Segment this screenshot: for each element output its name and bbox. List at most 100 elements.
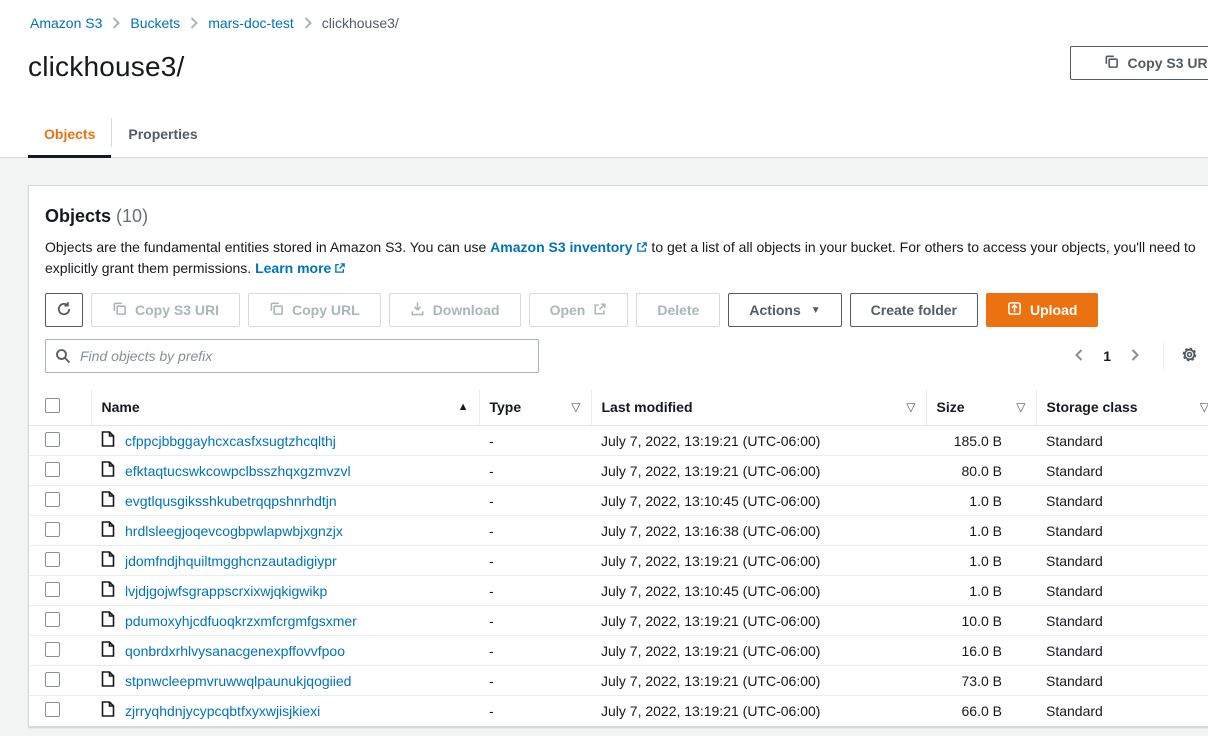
tab-properties[interactable]: Properties: [112, 112, 213, 157]
chevron-right-icon: [190, 17, 198, 29]
search-icon: [55, 348, 71, 369]
copy-icon: [269, 301, 284, 319]
tab-objects[interactable]: Objects: [28, 112, 111, 158]
object-type: -: [479, 426, 591, 456]
object-storage-class: Standard: [1036, 546, 1208, 576]
table-row: zjrryqhdnjycypcqbtfxyxwjisjkiexi - July …: [29, 696, 1208, 726]
file-icon: [101, 611, 115, 630]
amazon-s3-inventory-link[interactable]: Amazon S3 inventory: [490, 239, 647, 255]
row-checkbox[interactable]: [45, 462, 60, 477]
pagination-divider: [1163, 343, 1164, 369]
refresh-button[interactable]: [45, 293, 83, 327]
row-checkbox[interactable]: [45, 612, 60, 627]
column-header-storage-class[interactable]: Storage class ▽: [1036, 389, 1208, 426]
tab-bar: Objects Properties: [0, 112, 1208, 158]
download-button[interactable]: Download: [389, 293, 521, 327]
objects-panel: Objects (10) Objects are the fundamental…: [28, 185, 1208, 727]
table-row: cfppcjbbggayhcxcasfxsugtzhcqlthj - July …: [29, 426, 1208, 456]
current-page-number[interactable]: 1: [1097, 348, 1117, 364]
object-name-link[interactable]: evgtlqusgiksshkubetrqqpshnrhdtjn: [125, 493, 337, 509]
column-header-size[interactable]: Size▽: [926, 389, 1036, 426]
next-page-button[interactable]: [1121, 344, 1149, 369]
caret-down-icon: ▼: [811, 305, 821, 316]
object-size: 185.0 B: [926, 426, 1036, 456]
copy-icon: [112, 301, 127, 319]
refresh-icon: [56, 301, 72, 320]
object-storage-class: Standard: [1036, 636, 1208, 666]
object-name-link[interactable]: stpnwcleepmvruwwqlpaunukjqogiied: [125, 673, 351, 689]
row-checkbox[interactable]: [45, 672, 60, 687]
table-row: evgtlqusgiksshkubetrqqpshnrhdtjn - July …: [29, 486, 1208, 516]
object-name-link[interactable]: qonbrdxrhlvysanacgenexpffovvfpoo: [125, 643, 345, 659]
create-folder-label: Create folder: [871, 302, 957, 318]
table-row: qonbrdxrhlvysanacgenexpffovvfpoo - July …: [29, 636, 1208, 666]
object-size: 1.0 B: [926, 486, 1036, 516]
row-checkbox[interactable]: [45, 552, 60, 567]
row-checkbox[interactable]: [45, 702, 60, 717]
preferences-gear-button[interactable]: [1178, 343, 1201, 369]
row-checkbox[interactable]: [45, 522, 60, 537]
create-folder-button[interactable]: Create folder: [850, 293, 978, 327]
sort-icon: ▽: [1016, 400, 1025, 414]
objects-table: Name▲ Type▽ Last modified▽ Size▽ Storage: [29, 389, 1208, 726]
column-header-type[interactable]: Type ▽: [479, 389, 591, 426]
copy-url-label: Copy URL: [292, 302, 360, 318]
upload-button[interactable]: Upload: [986, 293, 1098, 327]
previous-page-button[interactable]: [1065, 344, 1093, 369]
object-type: -: [479, 606, 591, 636]
object-name-link[interactable]: pdumoxyhjcdfuoqkrzxmfcrgmfgsxmer: [125, 613, 357, 629]
objects-toolbar: Copy S3 URI Copy URL Download Open Delet…: [29, 293, 1208, 327]
chevron-right-icon: [304, 17, 312, 29]
object-storage-class: Standard: [1036, 666, 1208, 696]
object-last-modified: July 7, 2022, 13:19:21 (UTC-06:00): [591, 426, 926, 456]
breadcrumb-amazon-s3[interactable]: Amazon S3: [30, 15, 102, 31]
actions-dropdown-button[interactable]: Actions ▼: [728, 293, 841, 327]
sort-icon: ▽: [571, 400, 580, 414]
row-checkbox[interactable]: [45, 642, 60, 657]
delete-button[interactable]: Delete: [636, 293, 720, 327]
copy-url-button[interactable]: Copy URL: [248, 293, 381, 327]
object-name-link[interactable]: hrdlsleegjoqevcogbpwlapwbjxgnzjx: [125, 523, 343, 539]
file-icon: [101, 491, 115, 510]
sort-icon: ▽: [1200, 400, 1208, 414]
object-name-link[interactable]: zjrryqhdnjycypcqbtfxyxwjisjkiexi: [125, 703, 320, 719]
storage-class-column-label: Storage class: [1047, 399, 1138, 415]
copy-s3-uri-button[interactable]: Copy S3 URI: [91, 293, 240, 327]
type-column-label: Type: [490, 399, 522, 415]
breadcrumb-buckets[interactable]: Buckets: [130, 15, 180, 31]
column-header-last-modified[interactable]: Last modified▽: [591, 389, 926, 426]
column-header-name[interactable]: Name▲: [91, 389, 479, 426]
s3-console-screen: Amazon S3 Buckets mars-doc-test clickhou…: [0, 0, 1208, 736]
search-input[interactable]: [45, 339, 539, 373]
external-link-icon: [636, 238, 648, 258]
breadcrumb: Amazon S3 Buckets mars-doc-test clickhou…: [0, 0, 1208, 31]
object-size: 1.0 B: [926, 546, 1036, 576]
chevron-right-icon: [112, 17, 120, 29]
table-header-row: Name▲ Type▽ Last modified▽ Size▽ Storage: [29, 389, 1208, 426]
object-last-modified: July 7, 2022, 13:19:21 (UTC-06:00): [591, 546, 926, 576]
learn-more-link[interactable]: Learn more: [255, 260, 346, 276]
search-and-pagination-row: 1: [29, 339, 1208, 373]
object-storage-class: Standard: [1036, 516, 1208, 546]
actions-label: Actions: [749, 302, 800, 318]
object-size: 16.0 B: [926, 636, 1036, 666]
breadcrumb-bucket-name[interactable]: mars-doc-test: [208, 15, 294, 31]
object-type: -: [479, 546, 591, 576]
download-label: Download: [433, 302, 500, 318]
copy-s3-uri-header-button[interactable]: Copy S3 URI: [1070, 46, 1208, 80]
object-size: 80.0 B: [926, 456, 1036, 486]
select-all-checkbox[interactable]: [45, 398, 60, 413]
row-checkbox[interactable]: [45, 582, 60, 597]
object-type: -: [479, 666, 591, 696]
objects-panel-header: Objects (10) Objects are the fundamental…: [29, 186, 1208, 293]
row-checkbox[interactable]: [45, 432, 60, 447]
sort-icon: ▽: [906, 400, 915, 414]
object-name-link[interactable]: cfppcjbbggayhcxcasfxsugtzhcqlthj: [125, 433, 336, 449]
object-last-modified: July 7, 2022, 13:19:21 (UTC-06:00): [591, 606, 926, 636]
object-name-link[interactable]: lvjdjgojwfsgrappscrxixwjqkigwikp: [125, 583, 327, 599]
object-name-link[interactable]: efktaqtucswkcowpclbsszhqxgzmvzvl: [125, 463, 351, 479]
object-name-link[interactable]: jdomfndjhquiltmgghcnzautadigiypr: [125, 553, 337, 569]
row-checkbox[interactable]: [45, 492, 60, 507]
open-button[interactable]: Open: [529, 293, 629, 327]
file-icon: [101, 431, 115, 450]
